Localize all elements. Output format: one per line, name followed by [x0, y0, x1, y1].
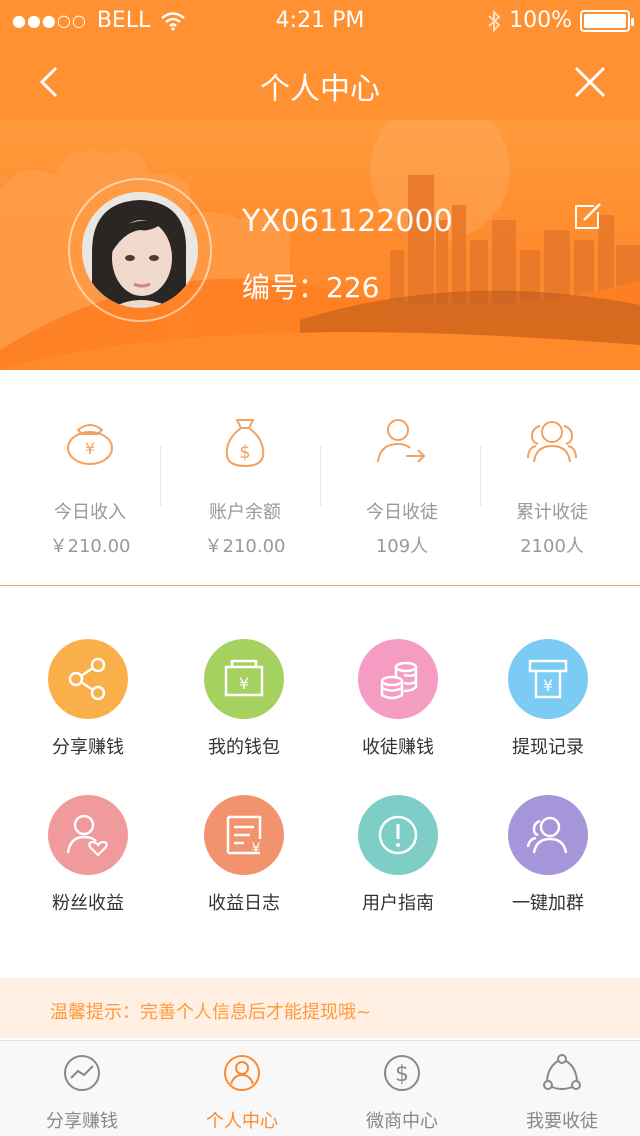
grid-circle: ¥ [508, 639, 588, 719]
grid-label: 收徒赚钱 [362, 737, 434, 758]
wallet-icon: ¥ [224, 659, 264, 697]
grid-label: 一键加群 [512, 893, 584, 914]
tab-personal-center[interactable]: 个人中心 [162, 1053, 322, 1133]
grid-user-guide[interactable]: 用户指南 [318, 795, 478, 915]
money-bag-yen-icon: ¥ [67, 424, 113, 465]
join-group-icon [526, 816, 568, 854]
bluetooth-icon [488, 9, 501, 32]
withdraw-icon: ¥ [528, 659, 568, 699]
stat-today-followers[interactable]: 今日收徒 109人 [322, 416, 482, 558]
tab-label: 我要收徒 [526, 1111, 598, 1132]
stat-value: ￥210.00 [49, 536, 131, 557]
grid-recruit-earn[interactable]: 收徒赚钱 [318, 639, 478, 759]
add-follower-icon [377, 419, 426, 463]
grid-join-group[interactable]: 一键加群 [468, 795, 628, 915]
grid-label: 用户指南 [362, 893, 434, 914]
chart-icon [64, 1055, 100, 1091]
divider [160, 446, 161, 506]
grid-circle [358, 795, 438, 875]
tab-label: 个人中心 [206, 1111, 278, 1132]
grid-my-wallet[interactable]: ¥ 我的钱包 [164, 639, 324, 759]
tab-label: 微商中心 [366, 1111, 438, 1132]
log-icon: ¥ [226, 815, 262, 857]
stat-label: 累计收徒 [516, 502, 588, 523]
grid-share-earn[interactable]: 分享赚钱 [8, 639, 168, 759]
svg-text:¥: ¥ [252, 841, 261, 857]
tab-bar: 分享赚钱 个人中心 $ 微商中心 我要收徒 [0, 1040, 640, 1136]
top-bar: ●●●○○ BELL 4:21 PM 100% 个人中心 [0, 0, 640, 120]
grid-circle [508, 795, 588, 875]
stat-total-followers[interactable]: 累计收徒 2100人 [472, 416, 632, 558]
grid-label: 收益日志 [208, 893, 280, 914]
stats-panel: ¥ 今日收入 ￥210.00 $ 账户余额 ￥210.00 今日收徒 109人 [0, 370, 640, 586]
battery-icon [580, 9, 634, 32]
edit-icon[interactable] [572, 202, 602, 232]
tip-text: 温馨提示：完善个人信息后才能提现哦~ [50, 1002, 372, 1023]
stat-account-balance[interactable]: $ 账户余额 ￥210.00 [165, 416, 325, 558]
username: YX061122000 [242, 204, 453, 239]
stat-value: 109人 [375, 536, 429, 557]
share-icon [68, 657, 106, 701]
portrait-image [82, 192, 198, 308]
fan-icon [66, 814, 108, 857]
stat-label: 今日收徒 [366, 502, 438, 523]
tip-banner: 温馨提示：完善个人信息后才能提现哦~ [0, 978, 640, 1038]
user-icon [224, 1055, 260, 1091]
grid-withdraw-records[interactable]: ¥ 提现记录 [468, 639, 628, 759]
money-bag-dollar-icon: $ [225, 419, 265, 468]
svg-text:¥: ¥ [543, 676, 553, 695]
grid-circle [48, 795, 128, 875]
feature-grid: 分享赚钱 ¥ 我的钱包 收徒赚钱 ¥ 提现记录 粉丝收益 ¥ 收益日志 用户指南… [0, 587, 640, 977]
tab-wechat-business[interactable]: $ 微商中心 [322, 1053, 482, 1133]
battery-percent: 100% [509, 8, 572, 33]
tab-share-earn[interactable]: 分享赚钱 [2, 1053, 162, 1133]
coins-icon [380, 661, 418, 700]
grid-circle [358, 639, 438, 719]
nav-bar: 个人中心 [0, 40, 640, 120]
close-icon[interactable] [570, 62, 610, 102]
group-icon [527, 421, 577, 463]
svg-text:¥: ¥ [239, 674, 249, 693]
network-icon [543, 1054, 581, 1090]
divider [320, 446, 321, 506]
svg-text:$: $ [395, 1062, 409, 1087]
stat-label: 今日收入 [54, 502, 126, 523]
grid-circle: ¥ [204, 795, 284, 875]
page-title: 个人中心 [260, 72, 380, 107]
profile-banner: YX061122000 编号：226 [0, 120, 640, 370]
stat-today-income[interactable]: ¥ 今日收入 ￥210.00 [10, 416, 170, 558]
grid-fan-earnings[interactable]: 粉丝收益 [8, 795, 168, 915]
stat-value: ￥210.00 [204, 536, 286, 557]
avatar-ring [68, 178, 212, 322]
grid-label: 粉丝收益 [52, 893, 124, 914]
svg-text:¥: ¥ [85, 439, 95, 458]
status-bar: ●●●○○ BELL 4:21 PM 100% [0, 0, 640, 40]
stat-value: 2100人 [520, 536, 584, 557]
user-id-number: 编号：226 [242, 271, 380, 304]
grid-label: 分享赚钱 [52, 737, 124, 758]
tab-recruit[interactable]: 我要收徒 [482, 1053, 640, 1133]
guide-icon [378, 815, 418, 855]
avatar[interactable] [82, 192, 198, 308]
grid-label: 我的钱包 [208, 737, 280, 758]
grid-circle [48, 639, 128, 719]
dollar-icon: $ [384, 1055, 420, 1091]
grid-earnings-log[interactable]: ¥ 收益日志 [164, 795, 324, 915]
grid-label: 提现记录 [512, 737, 584, 758]
svg-text:$: $ [239, 442, 250, 463]
tab-label: 分享赚钱 [46, 1111, 118, 1132]
stat-label: 账户余额 [209, 502, 281, 523]
grid-circle: ¥ [204, 639, 284, 719]
